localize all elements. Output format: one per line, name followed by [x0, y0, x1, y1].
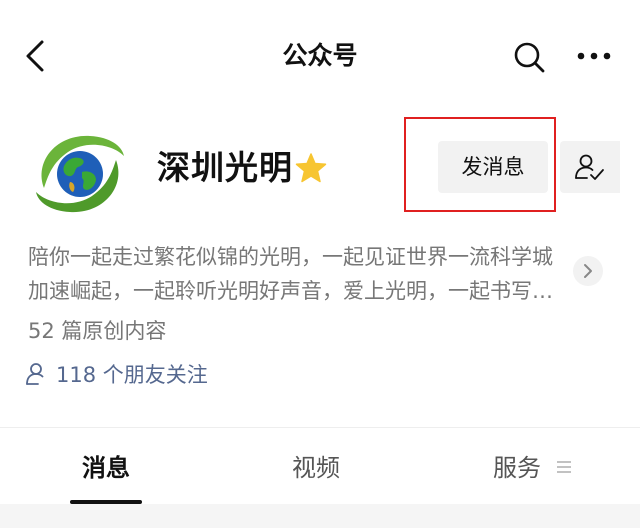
tab-services[interactable]: 服务 — [493, 448, 541, 488]
menu-lines-icon[interactable] — [556, 459, 572, 475]
send-message-button[interactable]: 发消息 — [438, 141, 548, 193]
account-description: 陪你一起走过繁花似锦的光明，一起见证世界一流科学城加速崛起，一起聆听光明好声音，… — [28, 245, 553, 303]
search-button[interactable] — [510, 38, 550, 78]
tab-videos[interactable]: 视频 — [292, 448, 340, 488]
section-divider — [0, 427, 640, 428]
follow-status-button[interactable] — [560, 141, 620, 193]
original-articles-count: 52 篇原创内容 — [28, 319, 167, 343]
more-button[interactable] — [572, 38, 616, 78]
back-button[interactable] — [18, 36, 58, 76]
chevron-right-icon — [584, 264, 592, 278]
friends-following[interactable]: 118 个朋友关注 — [24, 357, 208, 391]
content-area-background — [0, 504, 640, 528]
star-icon — [295, 153, 327, 183]
expand-description-button[interactable] — [573, 256, 603, 286]
account-name: 深圳光明 — [157, 148, 293, 187]
top-navigation-bar: 公众号 — [0, 0, 640, 110]
account-logo — [30, 126, 130, 222]
friends-following-label: 118 个朋友关注 — [56, 363, 208, 387]
search-icon — [514, 42, 545, 73]
user-check-icon — [575, 154, 604, 180]
more-dots-icon — [577, 52, 611, 60]
chevron-left-icon — [26, 40, 44, 72]
tab-messages[interactable]: 消息 — [82, 448, 130, 488]
user-icon — [26, 363, 44, 385]
